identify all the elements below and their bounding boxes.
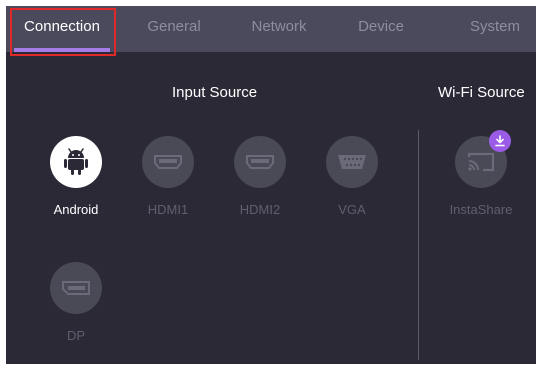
source-label: HDMI2 <box>239 202 281 217</box>
download-badge <box>489 130 511 152</box>
source-label: Android <box>53 202 99 217</box>
source-label: InstaShare <box>449 202 513 217</box>
source-hdmi2[interactable]: HDMI2 <box>220 136 300 217</box>
active-tab-indicator <box>14 48 110 52</box>
source-label: DP <box>66 328 86 343</box>
android-icon <box>64 148 88 175</box>
displayport-icon <box>62 281 90 295</box>
source-hdmi2-circle <box>234 136 286 188</box>
settings-window: Connection General Network Device System… <box>6 6 536 364</box>
tab-network[interactable]: Network <box>234 6 324 52</box>
source-label: HDMI1 <box>147 202 189 217</box>
source-instashare-circle <box>455 130 511 188</box>
source-hdmi1[interactable]: HDMI1 <box>128 136 208 217</box>
download-icon <box>495 135 505 147</box>
section-divider <box>418 130 419 360</box>
tab-connection[interactable]: Connection <box>14 6 110 52</box>
vga-port-icon <box>338 155 366 169</box>
input-source-heading: Input Source <box>172 84 258 101</box>
source-vga-circle <box>326 136 378 188</box>
source-vga[interactable]: VGA <box>312 136 392 217</box>
source-dp[interactable]: DP <box>36 262 116 343</box>
cast-icon <box>467 152 495 172</box>
tab-bar: Connection General Network Device System <box>6 6 536 52</box>
source-android[interactable]: Android <box>36 136 116 217</box>
source-dp-circle <box>50 262 102 314</box>
tab-device[interactable]: Device <box>346 6 416 52</box>
wifi-source-heading: Wi-Fi Source <box>438 84 525 101</box>
source-label: VGA <box>338 202 366 217</box>
source-android-circle <box>50 136 102 188</box>
hdmi-port-icon <box>154 155 182 169</box>
hdmi-port-icon <box>246 155 274 169</box>
source-instashare[interactable]: InstaShare <box>436 130 526 217</box>
source-hdmi1-circle <box>142 136 194 188</box>
tab-general[interactable]: General <box>134 6 214 52</box>
tab-system[interactable]: System <box>454 6 536 52</box>
